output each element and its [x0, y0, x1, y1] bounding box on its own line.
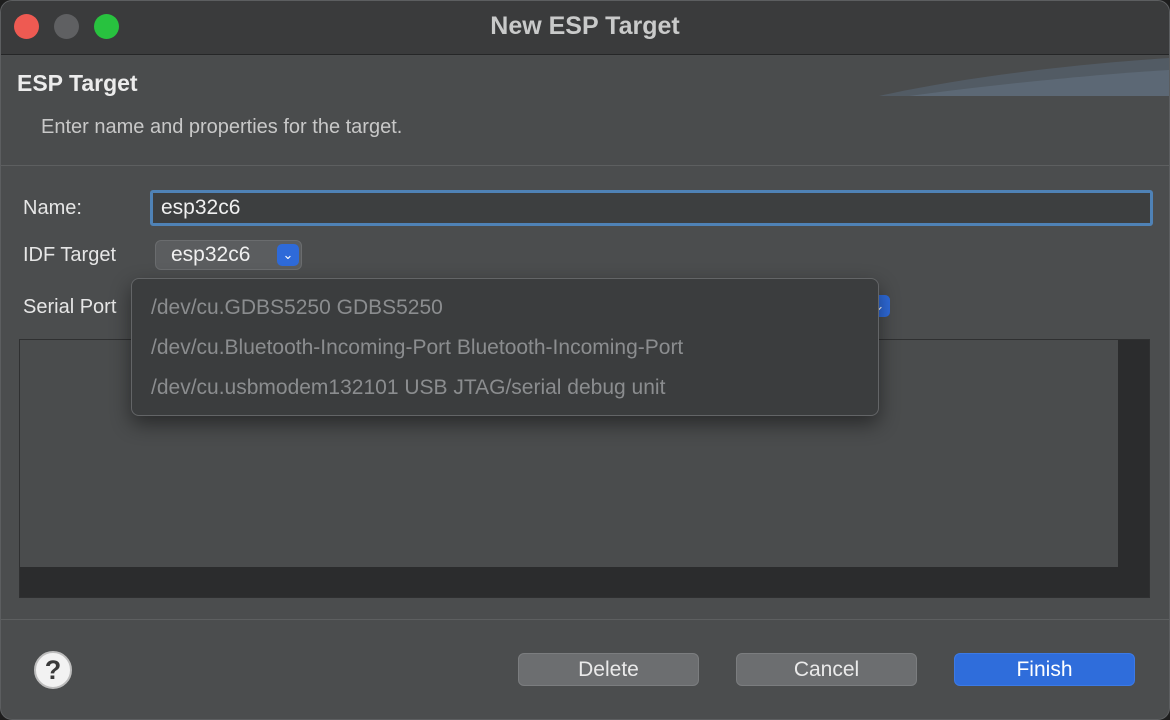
- cancel-button[interactable]: Cancel: [736, 653, 917, 686]
- idf-target-label: IDF Target: [23, 244, 116, 266]
- serial-port-option[interactable]: /dev/cu.usbmodem132101 USB JTAG/serial d…: [151, 376, 665, 400]
- wizard-banner: ESP Target Enter name and properties for…: [1, 56, 1169, 166]
- serial-port-option[interactable]: /dev/cu.Bluetooth-Incoming-Port Bluetoot…: [151, 336, 683, 360]
- idf-target-select[interactable]: esp32c6 ⌄: [155, 240, 302, 270]
- page-description: Enter name and properties for the target…: [41, 116, 403, 138]
- banner-decoration-icon: [879, 58, 1169, 96]
- window-title: New ESP Target: [490, 12, 680, 40]
- finish-button[interactable]: Finish: [954, 653, 1135, 686]
- page-title: ESP Target: [17, 70, 138, 96]
- title-bar[interactable]: New ESP Target: [1, 1, 1169, 55]
- help-button[interactable]: ?: [34, 651, 72, 689]
- serial-port-option[interactable]: /dev/cu.GDBS5250 GDBS5250: [151, 296, 443, 320]
- delete-button[interactable]: Delete: [518, 653, 699, 686]
- idf-target-value: esp32c6: [171, 243, 251, 266]
- dialog-window: New ESP Target ESP Target Enter name and…: [0, 0, 1170, 720]
- name-input[interactable]: esp32c6: [150, 190, 1153, 226]
- horizontal-scrollbar[interactable]: [20, 567, 1149, 597]
- footer-divider: [1, 619, 1169, 620]
- vertical-scrollbar[interactable]: [1118, 340, 1149, 597]
- name-label: Name:: [23, 197, 82, 219]
- serial-port-label: Serial Port: [23, 296, 117, 318]
- serial-port-dropdown-menu: /dev/cu.GDBS5250 GDBS5250 /dev/cu.Blueto…: [131, 278, 879, 416]
- chevron-down-icon: ⌄: [277, 244, 299, 266]
